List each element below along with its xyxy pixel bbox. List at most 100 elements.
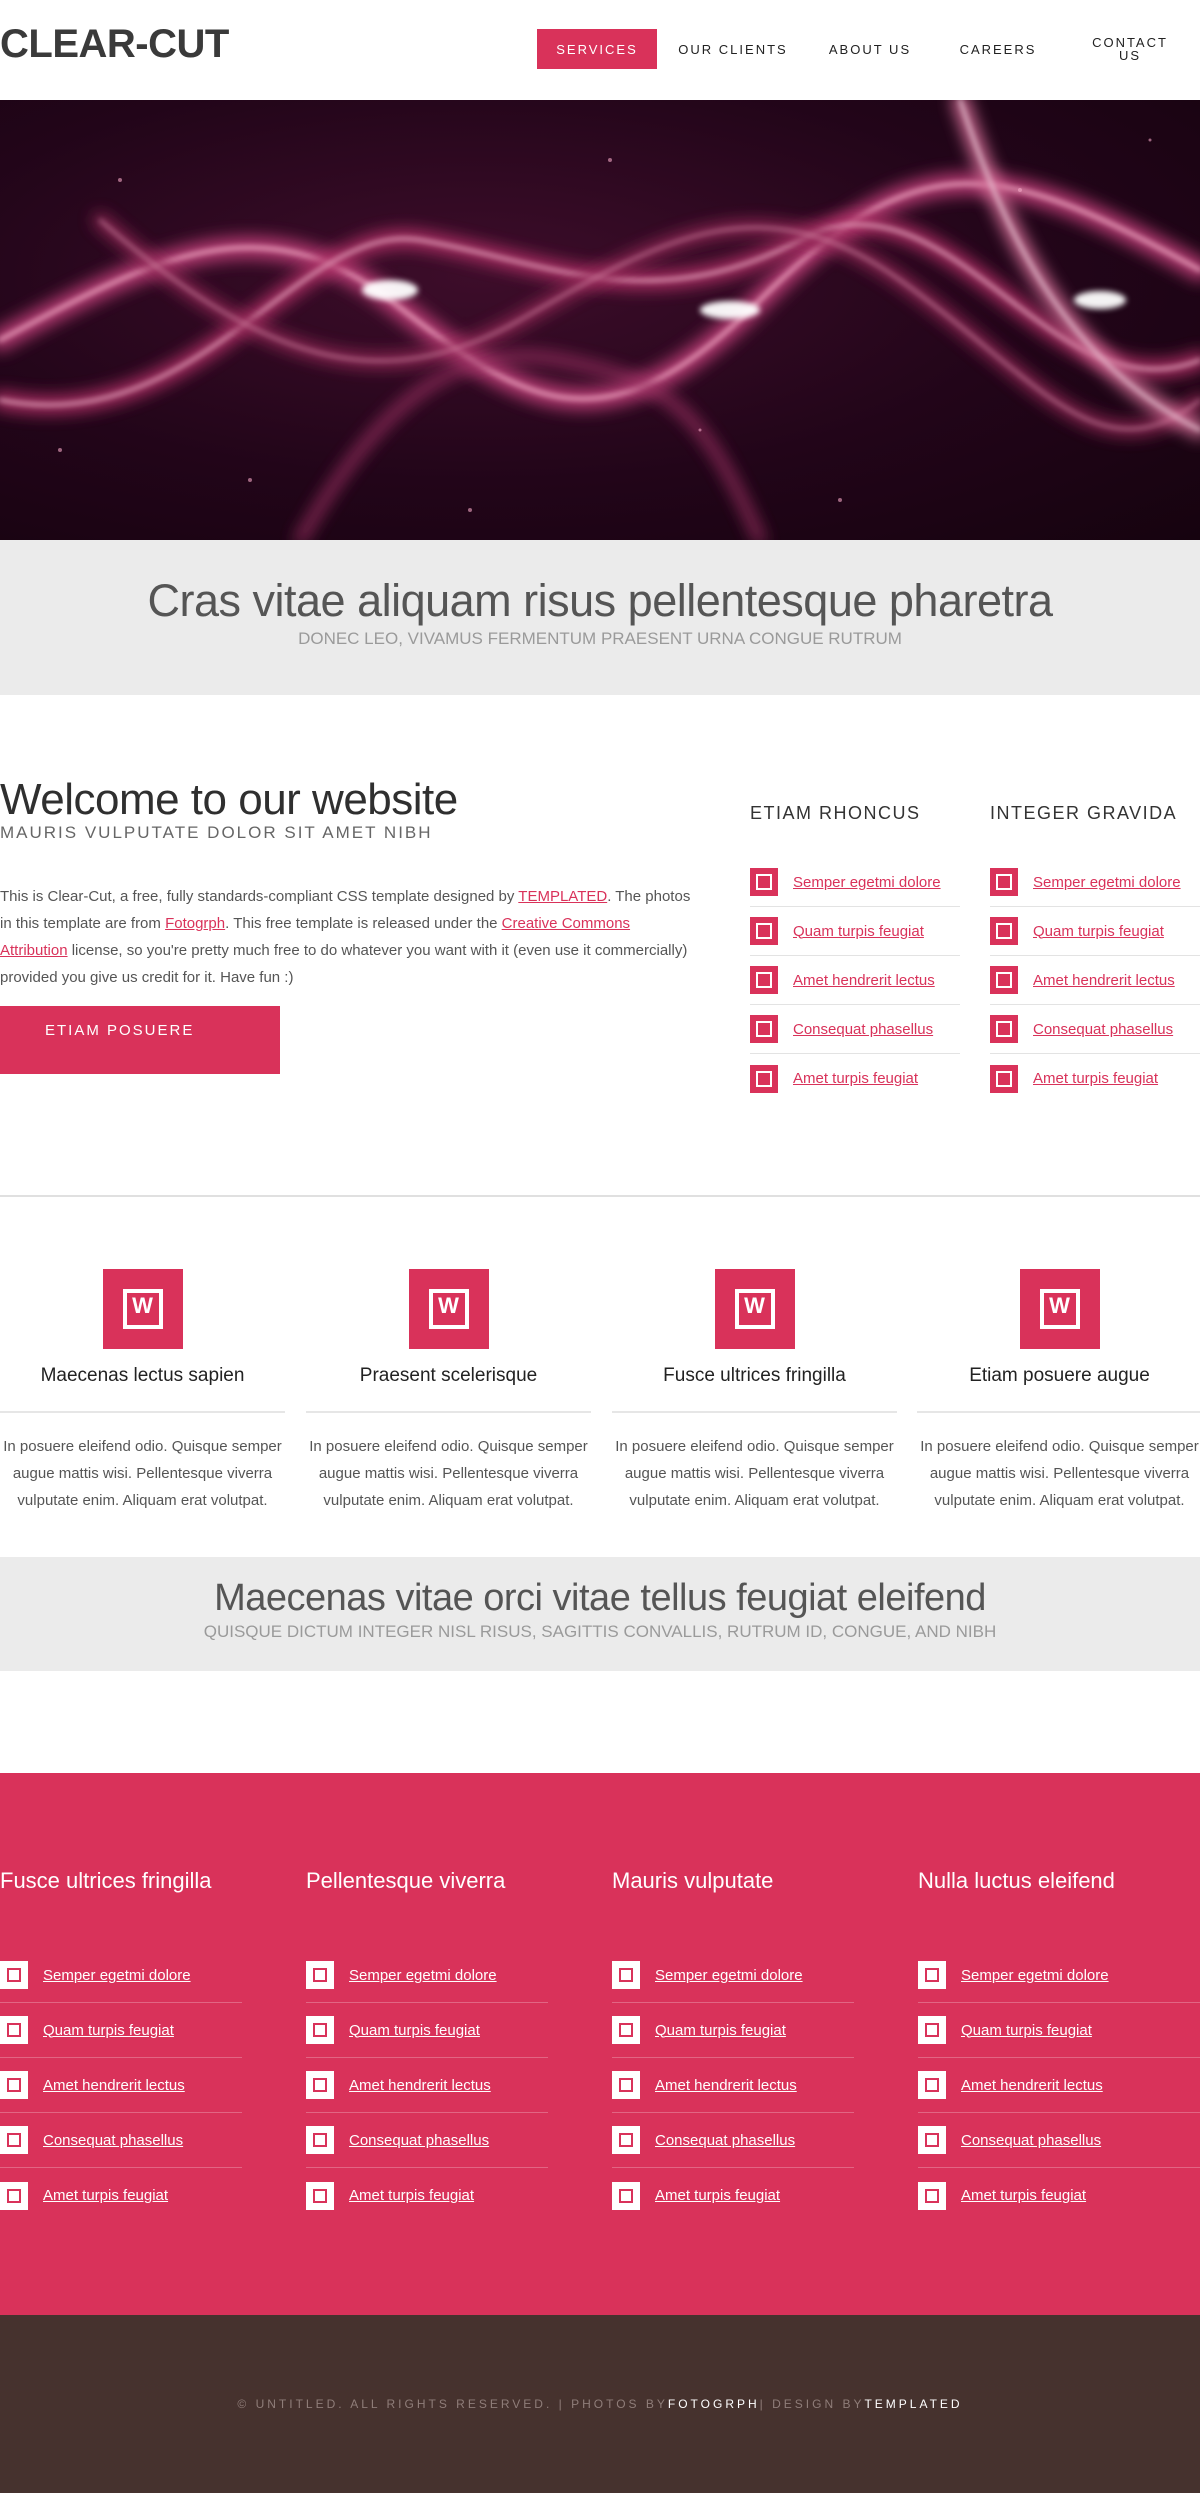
side-link[interactable]: Amet hendrerit lectus <box>793 972 935 989</box>
welcome-section: Welcome to our website MAURIS VULPUTATE … <box>0 695 1200 1195</box>
red-link[interactable]: Semper egetmi dolore <box>349 1967 497 1984</box>
box-icon <box>0 2016 28 2044</box>
side-column-etiam-rhoncus: ETIAM RHONCUS Semper egetmi dolore Quam … <box>750 803 960 1103</box>
red-link[interactable]: Semper egetmi dolore <box>43 1967 191 1984</box>
red-link[interactable]: Quam turpis feugiat <box>655 2022 786 2039</box>
list-item: Amet turpis feugiat <box>750 1054 960 1103</box>
box-icon <box>918 2071 946 2099</box>
nav-services[interactable]: SERVICES <box>537 29 657 69</box>
red-column: Fusce ultrices fringilla Semper egetmi d… <box>0 1868 242 2223</box>
nav-our-clients[interactable]: OUR CLIENTS <box>678 29 788 69</box>
red-link[interactable]: Amet turpis feugiat <box>961 2187 1086 2204</box>
feature-title: Praesent scelerisque <box>306 1365 591 1413</box>
red-link[interactable]: Amet turpis feugiat <box>349 2187 474 2204</box>
emblem-icon: W <box>408 1269 489 1349</box>
fotogrph-credit-link[interactable]: FOTOGRPH <box>668 2397 760 2411</box>
side-link[interactable]: Amet turpis feugiat <box>1033 1070 1158 1087</box>
red-column-title: Nulla luctus eleifend <box>918 1868 1115 1893</box>
list-item: Semper egetmi dolore <box>612 1948 854 2003</box>
list-item: Semper egetmi dolore <box>306 1948 548 2003</box>
box-icon <box>918 1961 946 1989</box>
side-link[interactable]: Semper egetmi dolore <box>1033 874 1181 891</box>
red-link[interactable]: Consequat phasellus <box>43 2132 183 2149</box>
copyright-text: © UNTITLED. ALL RIGHTS RESERVED. | PHOTO… <box>237 2397 668 2411</box>
box-icon <box>990 966 1018 994</box>
red-link[interactable]: Amet turpis feugiat <box>655 2187 780 2204</box>
red-link[interactable]: Amet hendrerit lectus <box>961 2077 1103 2094</box>
list-item: Quam turpis feugiat <box>990 907 1200 956</box>
red-link[interactable]: Amet hendrerit lectus <box>349 2077 491 2094</box>
box-icon <box>990 1015 1018 1043</box>
box-icon <box>0 2181 28 2210</box>
red-link[interactable]: Quam turpis feugiat <box>43 2022 174 2039</box>
red-link[interactable]: Consequat phasellus <box>961 2132 1101 2149</box>
box-icon <box>612 2181 640 2210</box>
list-item: Consequat phasellus <box>612 2113 854 2168</box>
list-item: Consequat phasellus <box>0 2113 242 2168</box>
intro-band-title: Cras vitae aliquam risus pellentesque ph… <box>147 575 1054 626</box>
side-column-integer-gravida: INTEGER GRAVIDA Semper egetmi dolore Qua… <box>990 803 1200 1103</box>
side-link[interactable]: Consequat phasellus <box>793 1021 933 1038</box>
box-icon <box>612 2071 640 2099</box>
box-icon <box>306 1961 334 1989</box>
templated-link[interactable]: TEMPLATED <box>518 888 607 905</box>
feature-title: Maecenas lectus sapien <box>0 1365 285 1413</box>
box-icon <box>990 868 1018 896</box>
list-item: Semper egetmi dolore <box>990 858 1200 907</box>
templated-credit-link[interactable]: TEMPLATED <box>864 2397 962 2411</box>
side-link[interactable]: Quam turpis feugiat <box>1033 923 1164 940</box>
list-item: Semper egetmi dolore <box>918 1948 1200 2003</box>
side-link[interactable]: Quam turpis feugiat <box>793 923 924 940</box>
side-link[interactable]: Semper egetmi dolore <box>793 874 941 891</box>
red-link[interactable]: Semper egetmi dolore <box>655 1967 803 1984</box>
emblem-icon: W <box>102 1269 183 1349</box>
side-link[interactable]: Amet hendrerit lectus <box>1033 972 1175 989</box>
list-item: Amet turpis feugiat <box>306 2168 548 2223</box>
red-column: Nulla luctus eleifend Semper egetmi dolo… <box>918 1868 1200 2223</box>
red-link[interactable]: Consequat phasellus <box>349 2132 489 2149</box>
side-link[interactable]: Consequat phasellus <box>1033 1021 1173 1038</box>
site-footer: © UNTITLED. ALL RIGHTS RESERVED. | PHOTO… <box>0 2315 1200 2493</box>
red-link[interactable]: Consequat phasellus <box>655 2132 795 2149</box>
box-icon <box>612 2016 640 2044</box>
feature-card: W Etiam posuere augue In posuere eleifen… <box>917 1269 1200 1514</box>
welcome-text-part: This is Clear-Cut, a free, fully standar… <box>0 888 519 905</box>
box-icon <box>612 1961 640 1989</box>
red-column: Mauris vulputate Semper egetmi dolore Qu… <box>612 1868 854 2223</box>
emblem-icon: W <box>714 1269 795 1349</box>
list-item: Consequat phasellus <box>750 1005 960 1054</box>
box-icon <box>990 1064 1018 1093</box>
fotogrph-link[interactable]: Fotogrph <box>165 915 225 932</box>
box-icon <box>612 2126 640 2154</box>
red-link[interactable]: Semper egetmi dolore <box>961 1967 1109 1984</box>
box-icon <box>750 917 778 945</box>
side-column-title: ETIAM RHONCUS <box>750 803 921 823</box>
nav-about-us[interactable]: ABOUT US <box>820 29 920 69</box>
list-item: Amet turpis feugiat <box>0 2168 242 2223</box>
side-link[interactable]: Amet turpis feugiat <box>793 1070 918 1087</box>
nav-careers[interactable]: CAREERS <box>943 29 1053 69</box>
box-icon <box>306 2181 334 2210</box>
red-link[interactable]: Amet hendrerit lectus <box>43 2077 185 2094</box>
features-section: W Maecenas lectus sapien In posuere elei… <box>0 1197 1200 1557</box>
red-link[interactable]: Quam turpis feugiat <box>961 2022 1092 2039</box>
side-column-title: INTEGER GRAVIDA <box>990 803 1178 823</box>
red-column-title: Pellentesque viverra <box>306 1868 506 1893</box>
etiam-posuere-button[interactable]: ETIAM POSUERE <box>0 1006 280 1074</box>
feature-text: In posuere eleifend odio. Quisque semper… <box>309 1438 588 1509</box>
red-link[interactable]: Quam turpis feugiat <box>349 2022 480 2039</box>
red-link[interactable]: Amet hendrerit lectus <box>655 2077 797 2094</box>
feature-card: W Praesent scelerisque In posuere eleife… <box>306 1269 591 1514</box>
box-icon <box>0 1961 28 1989</box>
welcome-title: Welcome to our website <box>0 775 458 824</box>
site-logo[interactable]: CLEAR-CUT <box>0 22 229 67</box>
list-item: Quam turpis feugiat <box>612 2003 854 2058</box>
second-band-title: Maecenas vitae orci vitae tellus feugiat… <box>214 1577 986 1619</box>
light-streaks-image <box>0 100 1200 540</box>
nav-contact-us[interactable]: CONTACT US <box>1080 29 1180 69</box>
red-column-title: Mauris vulputate <box>612 1868 774 1893</box>
welcome-text-part: license, so you're pretty much free to d… <box>0 942 688 986</box>
red-link[interactable]: Amet turpis feugiat <box>43 2187 168 2204</box>
list-item: Amet hendrerit lectus <box>750 956 960 1005</box>
list-item: Quam turpis feugiat <box>918 2003 1200 2058</box>
